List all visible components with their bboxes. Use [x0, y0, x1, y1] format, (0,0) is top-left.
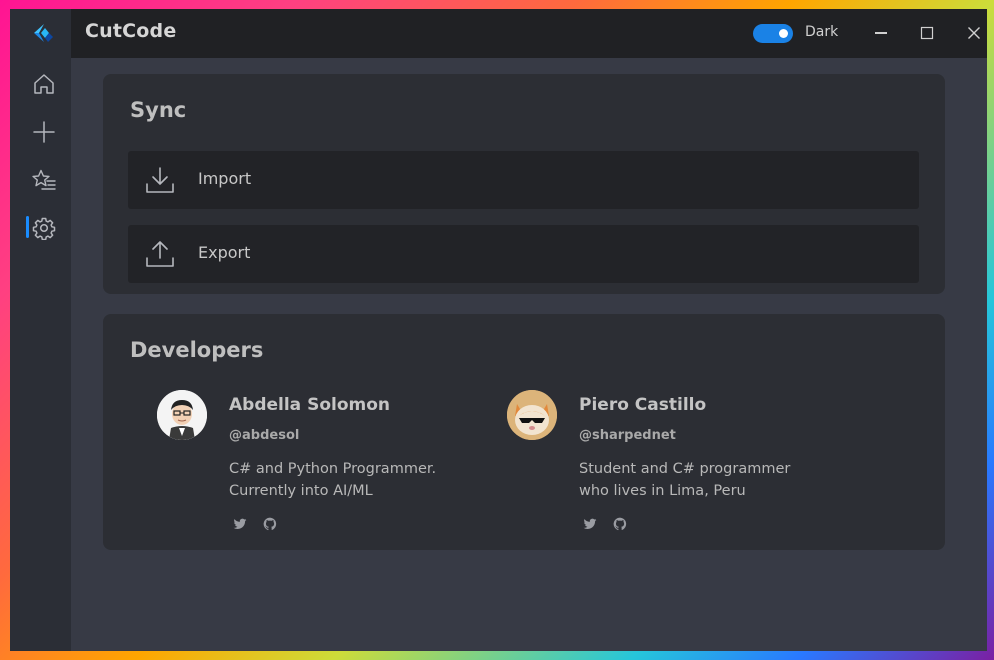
sidebar-item-add[interactable]: [26, 114, 62, 150]
sync-card: Sync Import Export: [103, 74, 945, 294]
twitter-icon[interactable]: [233, 516, 247, 530]
developer-handle: @abdesol: [229, 428, 300, 443]
developer-item: Piero Castillo @sharpednet Student and C…: [507, 390, 827, 540]
maximize-icon: [920, 26, 934, 40]
developer-links: [233, 516, 277, 531]
app-window: CutCode Dark Sync Import Export Develope…: [10, 9, 987, 651]
avatar: [507, 390, 557, 440]
developer-name: Abdella Solomon: [229, 395, 390, 415]
github-icon[interactable]: [263, 516, 277, 531]
developer-item: Abdella Solomon @abdesol C# and Python P…: [157, 390, 477, 540]
minimize-button[interactable]: [868, 21, 894, 45]
plus-icon: [33, 121, 55, 143]
developers-card: Developers Abdella Solomon @abdesol C# a…: [103, 314, 945, 550]
avatar: [157, 390, 207, 440]
developer-bio-line: Student and C# programmer: [579, 461, 791, 477]
developer-bio: C# and Python Programmer. Currently into…: [229, 458, 469, 502]
developer-handle: @sharpednet: [579, 428, 676, 443]
developers-title: Developers: [130, 338, 264, 362]
twitter-icon[interactable]: [583, 516, 597, 530]
upload-icon: [146, 241, 174, 267]
app-title: CutCode: [85, 20, 177, 42]
export-label: Export: [198, 243, 251, 262]
import-label: Import: [198, 169, 252, 188]
sidebar-item-home[interactable]: [26, 66, 62, 102]
sidebar-item-favorites[interactable]: [26, 162, 62, 198]
star-list-icon: [32, 169, 56, 190]
github-icon[interactable]: [613, 516, 627, 531]
home-icon: [34, 74, 54, 94]
sidebar-item-settings[interactable]: [26, 210, 62, 246]
developer-links: [583, 516, 627, 531]
maximize-button[interactable]: [914, 21, 940, 45]
import-button[interactable]: Import: [128, 151, 919, 209]
developer-bio-line: C# and Python Programmer.: [229, 461, 437, 477]
developer-bio-line: who lives in Lima, Peru: [579, 483, 746, 499]
close-button[interactable]: [961, 21, 987, 45]
developer-name: Piero Castillo: [579, 395, 707, 415]
theme-toggle[interactable]: [753, 24, 793, 43]
download-icon: [146, 167, 174, 193]
gear-icon: [32, 217, 56, 240]
toggle-knob: [779, 29, 788, 38]
app-logo-icon: [34, 24, 53, 42]
developer-bio: Student and C# programmer who lives in L…: [579, 458, 819, 502]
title-bar: CutCode Dark: [71, 9, 987, 58]
theme-toggle-label: Dark: [805, 24, 839, 40]
sync-title: Sync: [130, 98, 187, 122]
sidebar: [10, 9, 71, 651]
close-icon: [968, 27, 980, 39]
developer-bio-line: Currently into AI/ML: [229, 483, 373, 499]
minimize-icon: [875, 32, 887, 34]
export-button[interactable]: Export: [128, 225, 919, 283]
